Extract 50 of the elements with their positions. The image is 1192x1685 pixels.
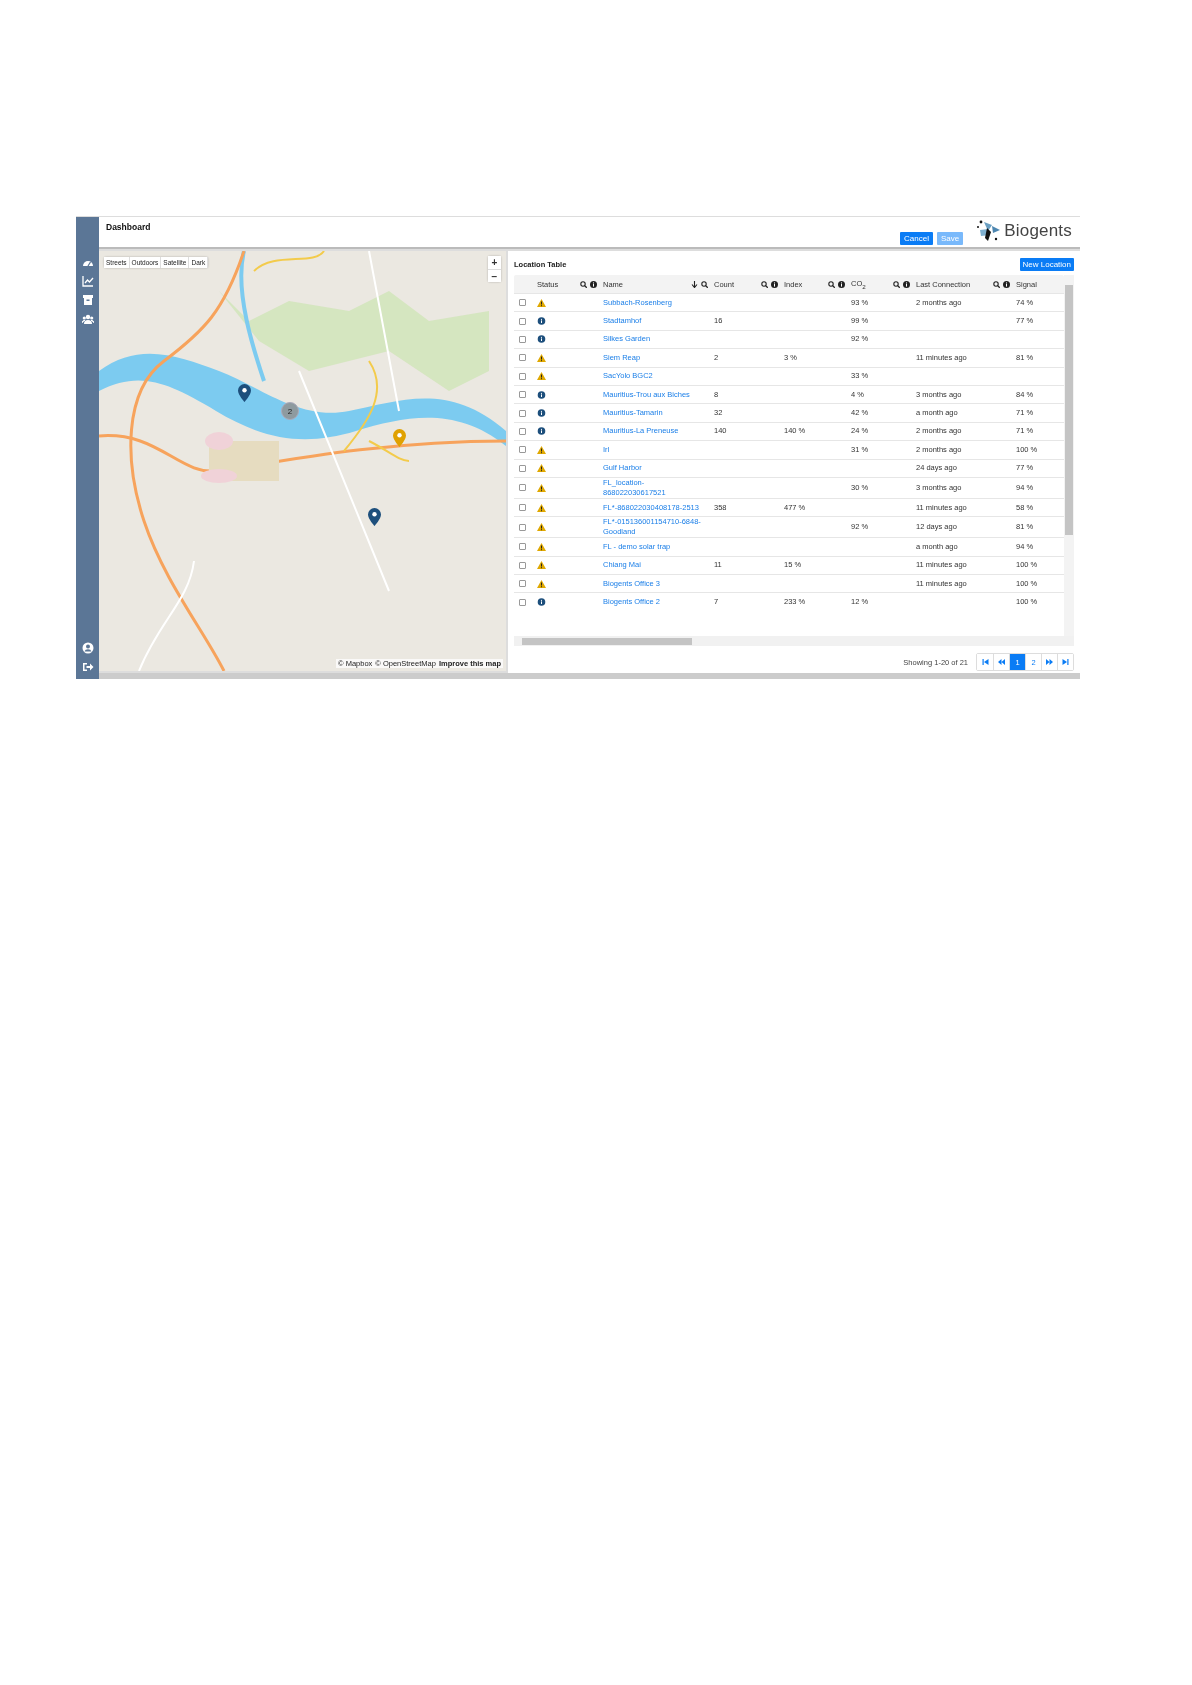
row-checkbox[interactable] <box>519 446 526 454</box>
row-checkbox[interactable] <box>519 427 526 435</box>
map-pin-icon[interactable] <box>368 508 381 526</box>
skip-first-icon[interactable] <box>981 659 989 665</box>
row-checkbox[interactable] <box>519 354 526 362</box>
new-location-button[interactable]: New Location <box>1019 258 1074 271</box>
cancel-button[interactable]: Cancel <box>900 232 933 245</box>
row-checkbox[interactable] <box>519 317 526 325</box>
row-checkbox[interactable] <box>519 464 526 472</box>
info-icon[interactable] <box>1003 280 1010 288</box>
logo-icon <box>975 219 1002 243</box>
zoom-out-button[interactable]: − <box>488 269 501 282</box>
logo-text: Biogents <box>1004 221 1072 241</box>
search-icon[interactable] <box>701 280 708 288</box>
info-icon[interactable] <box>771 280 778 288</box>
search-icon[interactable] <box>761 280 768 288</box>
sign-out-icon[interactable] <box>81 661 94 673</box>
user-circle-icon[interactable] <box>81 642 94 654</box>
page-title: Dashboard <box>106 222 152 232</box>
info-icon[interactable] <box>838 280 845 288</box>
row-checkbox[interactable] <box>519 598 526 606</box>
fast-forward-icon[interactable] <box>1046 659 1053 665</box>
search-icon[interactable] <box>993 280 1000 288</box>
sort-down-arrow-icon[interactable] <box>691 280 698 288</box>
info-icon[interactable] <box>903 280 910 288</box>
row-checkbox[interactable] <box>519 335 526 343</box>
map-pin-icon[interactable] <box>238 384 251 402</box>
horizontal-scrollbar[interactable] <box>514 636 1074 646</box>
row-checkbox[interactable] <box>519 543 526 551</box>
info-icon[interactable] <box>590 280 597 288</box>
archive-box-icon[interactable] <box>81 294 94 306</box>
row-checkbox[interactable] <box>519 299 526 307</box>
users-group-icon[interactable] <box>81 313 94 325</box>
row-checkbox[interactable] <box>519 504 526 512</box>
rewind-icon[interactable] <box>998 659 1005 665</box>
skip-last-icon[interactable] <box>1062 659 1069 665</box>
row-checkbox[interactable] <box>519 372 526 380</box>
zoom-in-button[interactable]: + <box>488 256 501 269</box>
row-checkbox[interactable] <box>519 391 526 399</box>
search-icon[interactable] <box>828 280 835 288</box>
row-checkbox[interactable] <box>519 484 526 492</box>
skip-last-button[interactable] <box>1057 654 1073 670</box>
row-checkbox[interactable] <box>519 561 526 569</box>
row-checkbox[interactable] <box>519 580 526 588</box>
line-chart-icon[interactable] <box>81 275 94 287</box>
row-checkbox[interactable] <box>519 409 526 417</box>
row-checkbox[interactable] <box>519 523 526 531</box>
search-icon[interactable] <box>893 280 900 288</box>
vertical-scrollbar[interactable] <box>1064 275 1074 636</box>
search-icon[interactable] <box>580 280 587 288</box>
